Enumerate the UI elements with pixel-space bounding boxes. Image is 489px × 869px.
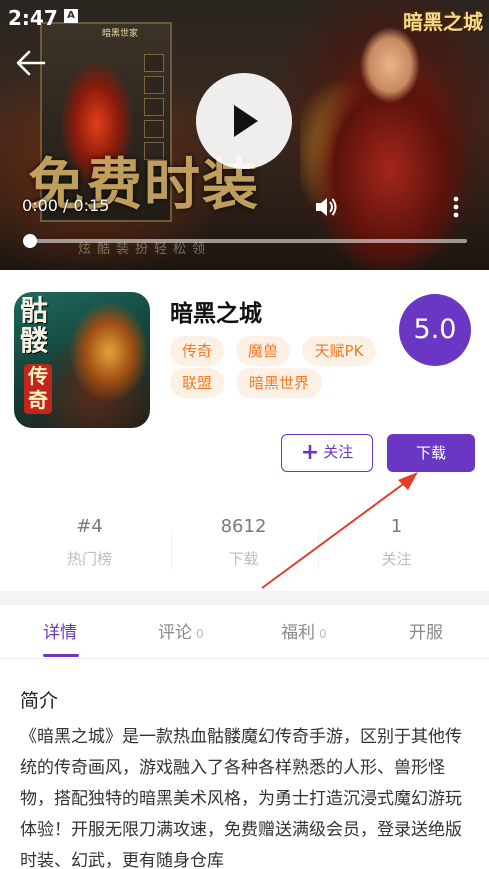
arrow-left-icon [16,50,46,76]
download-button[interactable]: 下载 [387,434,475,472]
stat-downloads: 8612 下载 [162,516,325,569]
rating-score: 5.0 [399,294,471,366]
tab-benefits[interactable]: 福利 0 [281,618,327,643]
volume-button[interactable] [313,194,339,220]
stat-rank-value: #4 [76,516,103,537]
intro-title: 简介 [20,690,59,712]
tag-chuanqi[interactable]: 传奇 [170,336,224,366]
stat-rank[interactable]: #4 热门榜 [8,516,171,569]
app-icon-badge: 传奇 [24,364,52,414]
volume-icon [316,198,337,216]
tab-benefits-label: 福利 [281,623,315,643]
video-scene-character [300,10,470,270]
tab-comments-label: 评论 [158,623,192,643]
notification-icon: A [64,9,78,23]
stat-downloads-label: 下载 [228,550,259,568]
tab-servers[interactable]: 开服 [409,618,443,643]
video-frame-title: 暗黑世家 [102,29,139,39]
section-separator [0,591,489,605]
tab-active-indicator [43,654,79,657]
tab-details[interactable]: 详情 [43,618,77,643]
app-icon-text: 骷髅 [20,294,49,357]
more-options-button[interactable] [448,194,464,220]
app-name: 暗黑之城 [170,301,262,327]
tab-divider [0,658,489,659]
stat-downloads-value: 8612 [220,516,267,537]
more-vertical-icon [453,196,459,218]
tag-anhei-shijie[interactable]: 暗黑世界 [236,368,322,398]
stat-follows-label: 关注 [381,550,412,568]
tag-moshou[interactable]: 魔兽 [236,336,290,366]
tab-servers-label: 开服 [409,623,443,643]
tab-benefits-count: 0 [319,627,327,641]
tag-lianmeng[interactable]: 联盟 [170,368,224,398]
intro-body: 《暗黑之城》是一款热血骷髅魔幻传奇手游，区别于其他传统的传奇画风，游戏融入了各种… [20,727,462,869]
follow-label: 关注 [323,443,354,461]
video-progress-bar[interactable] [26,239,467,243]
brand-logo: 暗黑之城 [403,10,483,34]
app-icon: 骷髅 传奇 [14,292,150,428]
tab-details-label: 详情 [43,623,77,643]
tab-comments-count: 0 [196,627,204,641]
stat-rank-label: 热门榜 [66,550,112,568]
play-icon [234,105,258,137]
video-progress-thumb[interactable] [23,234,37,248]
play-button[interactable] [196,73,292,169]
status-time: 2:47 [8,6,58,30]
plus-icon: + [300,440,320,465]
stat-follows-value: 1 [390,516,403,537]
video-time-label: 0:00 / 0:15 [22,196,110,215]
tag-tianfu-pk[interactable]: 天赋PK [302,336,376,366]
tab-comments[interactable]: 评论 0 [158,618,204,643]
back-button[interactable] [14,46,48,80]
follow-button[interactable]: + 关注 [281,434,373,472]
stat-follows: 1 关注 [315,516,478,569]
